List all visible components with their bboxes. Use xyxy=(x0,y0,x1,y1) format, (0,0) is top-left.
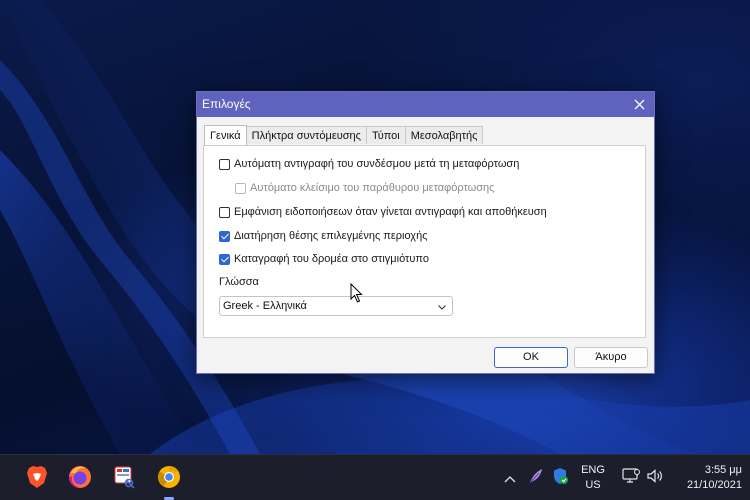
feather-icon[interactable] xyxy=(527,467,545,490)
taskbar: ENG US 3:55 μμ 21/10/2021 xyxy=(0,454,750,500)
chevron-down-icon xyxy=(437,300,447,318)
language-select[interactable]: Greek - Ελληνικά xyxy=(219,296,453,316)
language-select-value: Greek - Ελληνικά xyxy=(223,300,307,312)
input-language-indicator[interactable]: ENG US xyxy=(578,463,608,493)
brave-icon[interactable] xyxy=(24,464,50,490)
dialog-titlebar[interactable]: Επιλογές xyxy=(197,92,654,117)
tab-formats[interactable]: Τύποι xyxy=(365,126,406,144)
tab-shortcuts[interactable]: Πλήκτρα συντόμευσης xyxy=(245,126,367,144)
language-code: ENG xyxy=(581,464,605,476)
snipping-app-icon[interactable] xyxy=(112,464,138,490)
option-auto-copy-link[interactable]: Αυτόματη αντιγραφή του συνδέσμου μετά τη… xyxy=(219,158,519,170)
ok-button[interactable]: OK xyxy=(494,347,568,368)
clock-date: 21/10/2021 xyxy=(686,479,742,491)
option-label: Διατήρηση θέσης επιλεγμένης περιοχής xyxy=(234,230,428,242)
cancel-button[interactable]: Άκυρο xyxy=(574,347,648,368)
keyboard-layout: US xyxy=(585,479,601,491)
option-show-notifications[interactable]: Εμφάνιση ειδοποιήσεων όταν γίνεται αντιγ… xyxy=(219,206,547,218)
network-icon[interactable] xyxy=(622,468,640,489)
close-button[interactable] xyxy=(624,92,654,117)
option-keep-selection-position[interactable]: Διατήρηση θέσης επιλεγμένης περιοχής xyxy=(219,230,428,242)
option-label: Καταγραφή του δρομέα στο στιγμιότυπο xyxy=(234,253,429,265)
close-icon xyxy=(634,99,644,110)
tab-bar: Γενικά Πλήκτρα συντόμευσης Τύποι Μεσολαβ… xyxy=(204,125,484,145)
show-notifications-checkbox[interactable] xyxy=(219,206,230,218)
chrome-canary-icon[interactable] xyxy=(156,464,182,500)
language-label: Γλώσσα xyxy=(219,276,259,288)
clock-time: 3:55 μμ xyxy=(704,464,742,476)
mouse-cursor-icon xyxy=(350,282,364,308)
tab-general[interactable]: Γενικά xyxy=(204,125,247,145)
option-label: Αυτόματη αντιγραφή του συνδέσμου μετά τη… xyxy=(234,158,520,170)
auto-close-upload-checkbox xyxy=(235,182,246,194)
capture-cursor-checkbox[interactable] xyxy=(219,253,230,265)
firefox-icon[interactable] xyxy=(67,464,93,490)
security-shield-icon[interactable] xyxy=(551,467,569,490)
option-capture-cursor[interactable]: Καταγραφή του δρομέα στο στιγμιότυπο xyxy=(219,253,429,265)
clock[interactable]: 3:55 μμ 21/10/2021 xyxy=(672,463,742,493)
auto-copy-link-checkbox[interactable] xyxy=(219,158,230,170)
option-label: Εμφάνιση ειδοποιήσεων όταν γίνεται αντιγ… xyxy=(234,206,547,218)
dialog-title: Επιλογές xyxy=(202,97,251,111)
volume-icon[interactable] xyxy=(646,468,664,489)
general-panel: Αυτόματη αντιγραφή του συνδέσμου μετά τη… xyxy=(203,145,646,338)
option-auto-close-upload: Αυτόματο κλείσιμο του παράθυρου μεταφόρτ… xyxy=(235,182,494,194)
options-dialog: Επιλογές Γενικά Πλήκτρα συντόμευσης Τύπο… xyxy=(196,91,655,374)
tab-proxy[interactable]: Μεσολαβητής xyxy=(404,126,484,144)
chevron-up-icon[interactable] xyxy=(503,471,517,489)
option-label: Αυτόματο κλείσιμο του παράθυρου μεταφόρτ… xyxy=(250,182,495,194)
keep-selection-position-checkbox[interactable] xyxy=(219,230,230,242)
